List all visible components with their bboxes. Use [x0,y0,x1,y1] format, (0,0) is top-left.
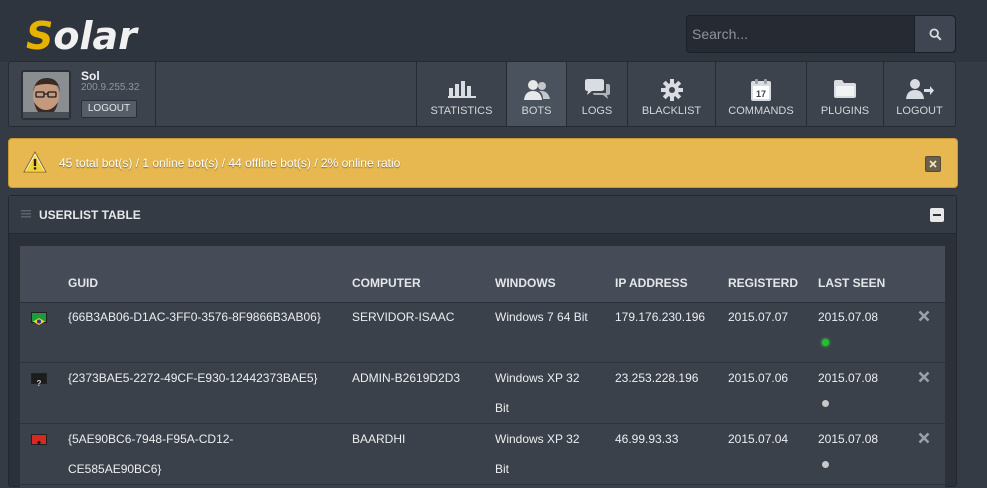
header-ip-address[interactable]: IP ADDRESS [615,276,688,290]
user-logout-button[interactable]: LOGOUT [81,100,137,118]
last-seen-cell: 2015.07.08 [818,371,879,385]
status-offline-dot [822,400,829,407]
guid-cell: {2373BAE5-2272-49CF-E930-12442373BAE5} [68,371,318,385]
nav-plugins[interactable]: PLUGINS [806,62,883,126]
folder-icon [834,80,856,98]
nav-statistics-label: STATISTICS [430,105,493,117]
nav-bots-label: BOTS [521,105,552,117]
flag-albania-icon [31,434,47,446]
user-photo [23,72,69,118]
minus-icon [933,214,941,216]
user-name: Sol [81,69,100,83]
nav-blacklist-label: BLACKLIST [641,105,702,117]
close-icon [929,160,937,168]
delete-icon[interactable] [918,371,930,383]
panel-header: USERLIST TABLE [9,196,956,234]
last-seen-cell: 2015.07.08 [818,432,879,446]
nav-logout-label: LOGOUT [896,105,943,117]
ip-cell: 46.99.93.33 [615,432,679,446]
avatar [21,70,71,120]
table-row[interactable]: ? {2373BAE5-2272-49CF-E930-12442373BAE5}… [20,363,945,424]
flag-unknown-icon: ? [31,373,47,388]
computer-cell: ADMIN-B2619D2D3 [352,371,461,385]
warning-icon [23,151,47,173]
registered-cell: 2015.07.06 [728,371,789,385]
calendar-icon: 17 [751,79,771,101]
status-offline-dot [822,461,829,468]
alert-text: 45 total bot(s) / 1 online bot(s) / 44 o… [59,156,401,170]
main-header: Sol 200.9.255.32 LOGOUT STATISTICS BOTS … [8,61,956,127]
alert-banner: 45 total bot(s) / 1 online bot(s) / 44 o… [8,138,958,188]
solar-logo[interactable]: Solar [26,14,137,58]
delete-icon[interactable] [918,310,930,322]
header-last-seen[interactable]: LAST SEEN [818,276,885,290]
panel-collapse-button[interactable] [930,208,944,222]
nav-bots[interactable]: BOTS [506,62,566,126]
nav-logs[interactable]: LOGS [566,62,627,126]
calendar-badge: 17 [756,89,766,99]
nav-plugins-label: PLUGINS [820,105,870,117]
userlist-panel: USERLIST TABLE GUID COMPUTER WINDOWS IP … [8,195,957,488]
chat-bubbles-icon [585,79,610,99]
windows-cell: Windows XP 32 Bit [495,371,580,415]
grip-icon [21,210,31,218]
nav-statistics[interactable]: STATISTICS [416,62,506,126]
flag-brazil-icon [31,312,47,325]
gear-icon [660,79,683,101]
search-box [686,15,956,53]
search-input[interactable] [687,16,915,52]
registered-cell: 2015.07.07 [728,310,789,324]
table-row[interactable]: {5AE90BC6-7948-F95A-CD12- CE585AE90BC6} B… [20,424,945,485]
search-button[interactable] [914,16,955,52]
delete-icon[interactable] [918,432,930,444]
ip-cell: 179.176.230.196 [615,310,706,324]
table-header: GUID COMPUTER WINDOWS IP ADDRESS REGISTE… [20,246,945,303]
nav-logs-label: LOGS [581,105,613,117]
computer-cell: SERVIDOR-ISAAC [352,310,455,324]
guid-cell: {5AE90BC6-7948-F95A-CD12- CE585AE90BC6} [68,432,234,476]
ip-cell: 23.253.228.196 [615,371,699,385]
header-guid[interactable]: GUID [68,276,98,290]
bar-chart-icon [447,81,476,98]
userlist-table: GUID COMPUTER WINDOWS IP ADDRESS REGISTE… [20,246,945,488]
header-windows[interactable]: WINDOWS [495,276,556,290]
user-panel: Sol 200.9.255.32 LOGOUT [9,62,156,126]
panel-title: USERLIST TABLE [39,208,141,222]
alert-close-button[interactable] [925,156,941,172]
table-row[interactable]: {66B3AB06-D1AC-3FF0-3576-8F9866B3AB06} S… [20,302,945,363]
computer-cell: BAARDHI [352,432,406,446]
header-registered[interactable]: REGISTERD [728,276,798,290]
nav-blacklist[interactable]: BLACKLIST [627,62,715,126]
nav-commands[interactable]: 17 COMMANDS [715,62,806,126]
status-online-dot [822,339,829,346]
user-ip: 200.9.255.32 [81,82,140,93]
users-icon [523,80,550,100]
nav-logout[interactable]: LOGOUT [883,62,955,126]
guid-cell: {66B3AB06-D1AC-3FF0-3576-8F9866B3AB06} [68,310,321,324]
svg-text:?: ? [37,379,42,387]
windows-cell: Windows 7 64 Bit [495,310,588,324]
search-icon [928,27,942,41]
user-logout-icon [905,79,934,99]
windows-cell: Windows XP 32 Bit [495,432,580,476]
last-seen-cell: 2015.07.08 [818,310,879,324]
top-bar: Solar [0,0,987,62]
registered-cell: 2015.07.04 [728,432,789,446]
header-computer[interactable]: COMPUTER [352,276,421,290]
nav-commands-label: COMMANDS [728,105,794,117]
